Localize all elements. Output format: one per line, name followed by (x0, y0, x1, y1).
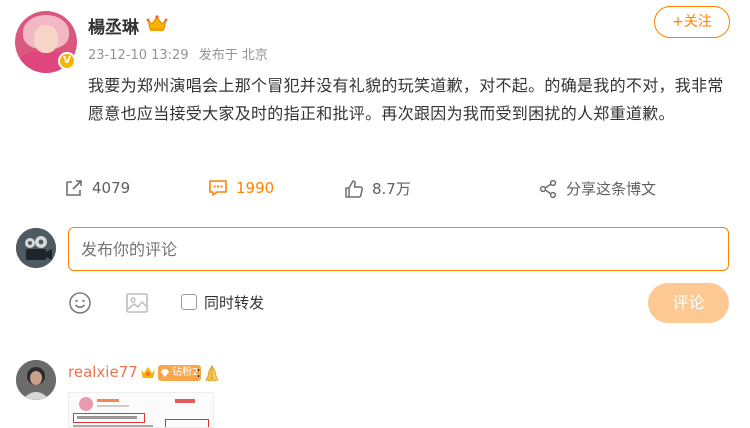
thumb-name-line (97, 399, 119, 402)
action-bar: 4079 1990 8.7万 分享这条博文 (0, 178, 750, 204)
commenter-avatar[interactable] (16, 360, 56, 400)
image-upload-icon[interactable] (125, 291, 149, 315)
comment-icon (209, 180, 227, 196)
share-icon (539, 179, 557, 198)
share-action[interactable]: 分享这条博文 (538, 178, 656, 199)
crown-icon (146, 15, 168, 31)
comment-image-thumbnail[interactable] (68, 392, 214, 428)
comment-separator: : (196, 363, 202, 381)
fan-level-badge: 钻粉2 (158, 365, 202, 381)
comment-action[interactable]: 1990 (208, 178, 274, 198)
repost-checkbox[interactable] (181, 294, 197, 310)
comment-count: 1990 (236, 179, 275, 197)
thumb-text-line-2 (73, 425, 153, 427)
avatar-face (34, 25, 58, 53)
repost-checkbox-label[interactable]: 同时转发 (204, 292, 264, 313)
share-label: 分享这条博文 (566, 180, 657, 198)
diamond-icon (161, 369, 169, 377)
comment-input[interactable] (68, 227, 729, 271)
follow-button[interactable]: +关注 (654, 6, 730, 38)
thumb-highlight-box-2 (165, 419, 209, 427)
pray-emoji-icon (205, 364, 219, 382)
post-time[interactable]: 23-12-10 13:29 (88, 48, 189, 63)
author-name[interactable]: 楊丞琳 (88, 13, 139, 38)
thumb-meta-line (97, 405, 129, 407)
post-meta: 23-12-10 13:29 发布于 北京 (88, 44, 274, 63)
commenter-name[interactable]: realxie77 (68, 363, 138, 381)
verified-badge-icon: V (58, 52, 76, 70)
film-camera-icon (16, 228, 56, 268)
like-action[interactable]: 8.7万 (344, 178, 411, 199)
commenter-photo (16, 360, 56, 400)
repost-count: 4079 (92, 179, 131, 197)
thumbs-up-icon (345, 179, 364, 198)
crown-badge-icon (141, 367, 155, 378)
submit-comment-button[interactable]: 评论 (648, 283, 729, 323)
thumb-tag (175, 399, 195, 403)
post-source: 发布于 北京 (198, 48, 268, 63)
like-count: 8.7万 (372, 180, 411, 198)
repost-icon (66, 180, 82, 196)
emoji-icon[interactable] (68, 291, 92, 315)
thumb-avatar (79, 397, 93, 411)
thumb-text-line (77, 416, 137, 419)
repost-action[interactable]: 4079 (64, 178, 130, 198)
current-user-avatar[interactable] (16, 228, 56, 268)
post-text: 我要为郑州演唱会上那个冒犯并没有礼貌的玩笑道歉，对不起。的确是我的不对，我非常愿… (88, 76, 724, 123)
fan-level-label: 钻粉2 (172, 367, 199, 378)
